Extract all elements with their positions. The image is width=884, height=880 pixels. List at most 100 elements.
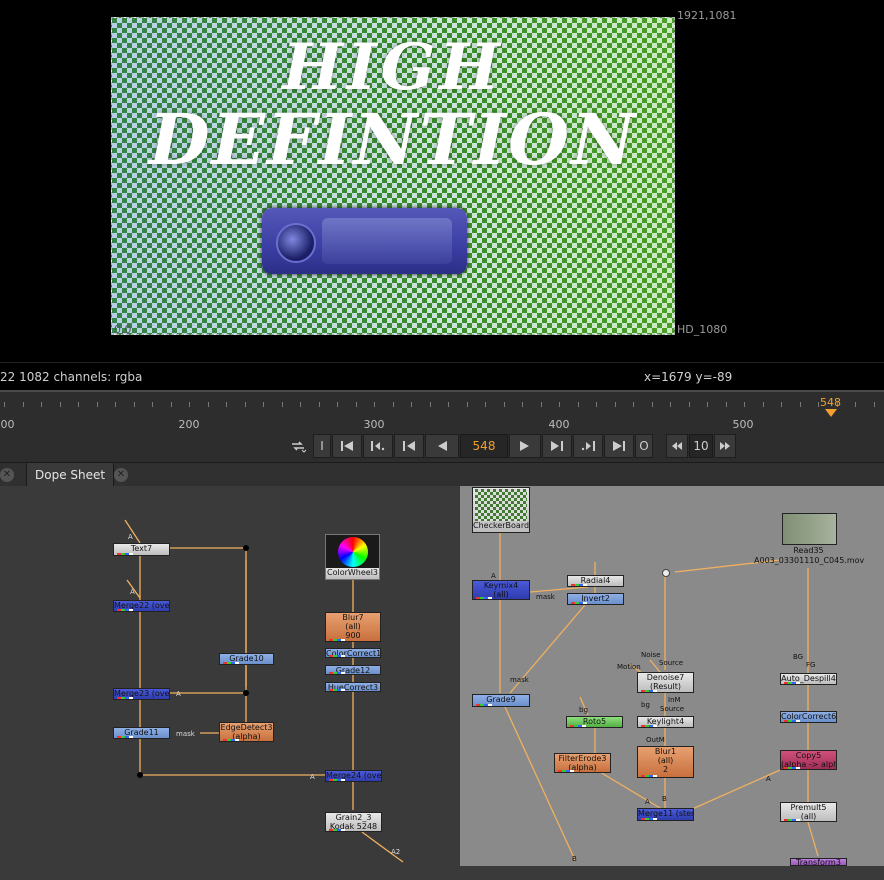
timeline-ruler[interactable]: 100 200 300 400 500 548	[0, 396, 884, 431]
node-keymix4[interactable]: Keymix4 (all)	[472, 580, 530, 600]
node-radial4[interactable]: Radial4	[567, 575, 624, 587]
node-label: Blur7	[342, 613, 364, 622]
close-icon[interactable]: ✕	[114, 468, 128, 482]
previous-keyframe-icon[interactable]	[363, 434, 393, 458]
viewer-info-bar: 22 1082 channels: rgba x=1679 y=-89	[0, 362, 884, 391]
next-keyframe-icon[interactable]	[573, 434, 603, 458]
node-grade10[interactable]: Grade10	[219, 653, 274, 665]
node-edgedetect3[interactable]: EdgeDetect3 (alpha)	[219, 722, 274, 742]
playhead-marker-icon[interactable]	[825, 409, 837, 417]
ruler-tick	[818, 402, 819, 407]
wire-label-a: A	[128, 533, 133, 541]
read-filename: A003_03301110_C045.mov	[754, 556, 865, 565]
node-roto5[interactable]: Roto5	[566, 716, 623, 728]
ruler-tick	[873, 402, 875, 407]
node-label: Denoise7	[646, 673, 685, 682]
node-checkerboard2[interactable]: CheckerBoard2	[472, 487, 530, 533]
node-copy5[interactable]: Copy5(alpha -> alpha)	[780, 750, 837, 770]
ruler-tick	[781, 402, 782, 407]
node-label: Premult5	[790, 803, 827, 812]
step-back-icon[interactable]	[394, 434, 424, 458]
node-premult5[interactable]: Premult5 (all)	[780, 802, 837, 822]
node-grade11[interactable]: Grade11	[113, 727, 170, 739]
jump-back-icon[interactable]	[666, 434, 688, 458]
ruler-tick	[281, 402, 283, 407]
timeline[interactable]: 100 200 300 400 500 548 I 548	[0, 390, 884, 464]
go-to-start-icon[interactable]	[332, 434, 362, 458]
node-grain2-3[interactable]: Grain2_3 Kodak 5248	[325, 812, 382, 832]
current-frame-field[interactable]: 548	[460, 434, 508, 458]
node-merge24[interactable]: Merge24 (over)	[325, 770, 382, 782]
image-viewer[interactable]: HIGH DEFINTION 1921,1081 HD_1080 0,0	[0, 0, 884, 362]
ruler-tick	[559, 402, 560, 407]
ruler-label: 100	[0, 418, 15, 431]
ruler-tick	[207, 402, 209, 407]
wire-label-source: Source	[659, 659, 684, 667]
wire-label-a: A	[766, 775, 771, 783]
node-keylight4[interactable]: Keylight4	[637, 716, 694, 728]
node-graph-left[interactable]	[0, 486, 460, 880]
node-blur7[interactable]: Blur7 (all) 900	[325, 612, 381, 642]
format-corner-top-right: 1921,1081	[677, 9, 737, 22]
node-label: Blur1	[654, 747, 677, 756]
ruler-label: 200	[178, 418, 200, 431]
viewer-frame[interactable]: HIGH DEFINTION	[111, 17, 675, 335]
ruler-tick	[855, 402, 856, 407]
node-filtererode3[interactable]: FilterErode3 (alpha)	[554, 753, 611, 773]
node-merge23[interactable]: Merge23 (over)	[113, 688, 170, 700]
ruler-tick	[744, 402, 745, 407]
wire-label-mask: mask	[510, 676, 529, 684]
node-colorcorrect11[interactable]: ColorCorrect11	[325, 648, 381, 658]
node-denoise7[interactable]: Denoise7 (Result)	[637, 672, 694, 693]
ruler-tick	[337, 402, 338, 407]
node-text7[interactable]: Text7	[113, 543, 170, 556]
node-graph-bottom-strip	[460, 866, 884, 880]
jump-forward-icon[interactable]	[714, 434, 736, 458]
wire-label-motion: Motion	[617, 663, 641, 671]
device-image	[262, 208, 467, 274]
play-backward-icon[interactable]	[425, 434, 459, 458]
close-icon[interactable]: ✕	[0, 468, 14, 482]
dot-node[interactable]	[243, 545, 249, 551]
node-invert2[interactable]: Invert2	[567, 593, 624, 605]
out-point-button[interactable]: O	[635, 434, 653, 458]
playhead-frame-label: 548	[820, 396, 841, 409]
dot-node[interactable]	[243, 690, 249, 696]
node-colorwheel3[interactable]: ColorWheel3	[325, 534, 380, 580]
ruler-tick	[448, 402, 449, 407]
node-label: Merge11 (stencil)	[638, 809, 693, 818]
node-auto-despill4[interactable]: Auto_Despill4	[780, 673, 837, 685]
go-to-end-icon[interactable]	[604, 434, 634, 458]
node-sublabel: (all)	[800, 812, 817, 821]
loop-mode-icon[interactable]	[284, 434, 312, 458]
wire-label-fg: FG	[806, 661, 816, 669]
wire-label-bg: bg	[579, 706, 588, 714]
node-transform[interactable]: Transform3	[790, 858, 847, 866]
ruler-tick	[651, 402, 653, 407]
play-forward-icon[interactable]	[509, 434, 541, 458]
checkerboard-thumbnail	[475, 489, 527, 521]
node-label: Grain2_3	[335, 813, 372, 822]
node-merge22[interactable]: Merge22 (over)	[113, 600, 170, 612]
panel-tab-bar: ✕ Dope Sheet ✕	[0, 462, 884, 487]
ruler-tick	[22, 402, 24, 407]
node-grade12[interactable]: Grade12	[325, 665, 381, 675]
node-label: Read35	[793, 546, 824, 555]
wire-label-a: A	[310, 773, 315, 781]
dot-node[interactable]	[137, 772, 143, 778]
node-merge11[interactable]: Merge11 (stencil)	[637, 808, 694, 821]
node-label: Transform3	[796, 858, 841, 866]
in-point-button[interactable]: I	[313, 434, 331, 458]
node-blur1[interactable]: Blur1 (all) 2	[637, 746, 694, 778]
ruler-tick	[318, 402, 320, 407]
dot-node[interactable]	[662, 569, 670, 577]
step-forward-icon[interactable]	[542, 434, 572, 458]
node-grade9[interactable]: Grade9	[472, 694, 530, 707]
node-huecorrect3[interactable]: HueCorrect3	[325, 682, 381, 692]
node-colorcorrect6[interactable]: ColorCorrect6	[780, 711, 837, 723]
frame-increment-field[interactable]: 10	[689, 434, 713, 458]
node-label: Keymix4	[483, 581, 519, 590]
ruler-tick	[115, 402, 116, 407]
wire-label-a: A	[645, 798, 650, 806]
tab-dope-sheet[interactable]: Dope Sheet	[26, 463, 115, 487]
